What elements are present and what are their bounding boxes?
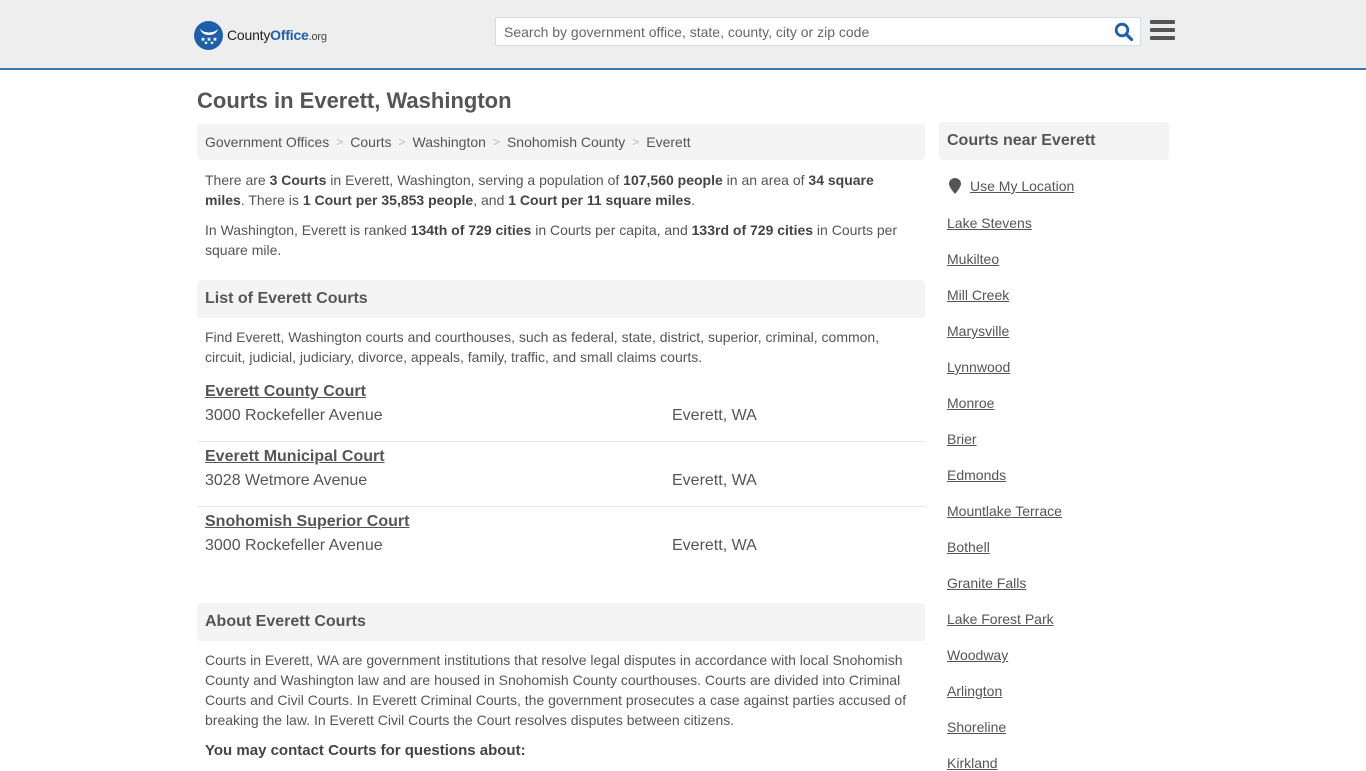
breadcrumb-courts[interactable]: Courts <box>350 134 391 150</box>
text: , and <box>473 192 509 208</box>
court-name-link[interactable]: Snohomish Superior Court <box>205 513 409 531</box>
about-section-heading: About Everett Courts <box>197 603 925 641</box>
court-name-link[interactable]: Everett Municipal Court <box>205 448 385 466</box>
page-title: Courts in Everett, Washington <box>197 88 512 113</box>
courts-per-area: 1 Court per 11 square miles <box>508 192 692 208</box>
nearby-city-link[interactable]: Shoreline <box>947 719 1006 735</box>
sidebar-heading: Courts near Everett <box>939 122 1169 160</box>
breadcrumb-washington[interactable]: Washington <box>413 134 486 150</box>
nearby-city-link[interactable]: Marysville <box>947 323 1009 339</box>
text: In Washington, Everett is ranked <box>205 222 411 238</box>
search-input[interactable] <box>496 18 1106 45</box>
court-city: Everett, WA <box>672 407 757 424</box>
text: in Courts per capita, and <box>531 222 692 238</box>
court-list-item: Snohomish Superior Court 3000 Rockefelle… <box>197 507 925 572</box>
use-my-location-link[interactable]: Use My Location <box>970 178 1074 194</box>
site-header: CountyOffice.org <box>0 0 1366 70</box>
rank-per-area: 133rd of 729 cities <box>691 222 814 238</box>
search-bar <box>495 17 1141 46</box>
nearby-city-link[interactable]: Arlington <box>947 683 1002 699</box>
nearby-city-link[interactable]: Monroe <box>947 395 994 411</box>
population: 107,560 people <box>623 172 723 188</box>
search-button[interactable] <box>1114 22 1134 42</box>
logo-text-tld: .org <box>308 31 327 43</box>
court-city: Everett, WA <box>672 537 757 554</box>
breadcrumb-snohomish-county[interactable]: Snohomish County <box>507 134 625 150</box>
text: . There is <box>240 192 303 208</box>
hamburger-menu-icon[interactable] <box>1150 20 1175 42</box>
breadcrumb-separator-icon: > <box>632 135 640 149</box>
nearby-city-link[interactable]: Granite Falls <box>947 575 1026 591</box>
court-name-link[interactable]: Everett County Court <box>205 383 366 401</box>
nearby-city-link[interactable]: Lake Forest Park <box>947 611 1054 627</box>
menu-bar <box>1150 20 1175 24</box>
summary-stats-paragraph: There are 3 Courts in Everett, Washingto… <box>205 170 917 210</box>
breadcrumb: Government Offices > Courts > Washington… <box>197 124 925 160</box>
breadcrumb-separator-icon: > <box>492 135 500 149</box>
court-list-item: Everett County Court 3000 Rockefeller Av… <box>197 377 925 442</box>
logo-text-office: Office <box>270 27 309 43</box>
court-city: Everett, WA <box>672 472 757 489</box>
use-my-location: Use My Location <box>949 178 1074 194</box>
court-address: 3000 Rockefeller Avenue <box>205 407 383 424</box>
list-section-heading: List of Everett Courts <box>197 280 925 318</box>
site-logo[interactable]: CountyOffice.org <box>194 20 327 50</box>
eagle-stars-logo-icon <box>194 20 223 50</box>
nearby-city-link[interactable]: Lynnwood <box>947 359 1010 375</box>
logo-text-county: County <box>227 27 271 43</box>
text: in Everett, Washington, serving a popula… <box>326 172 624 188</box>
nearby-city-link[interactable]: Kirkland <box>947 755 998 771</box>
contact-heading: You may contact Courts for questions abo… <box>205 742 526 759</box>
rank-per-capita: 134th of 729 cities <box>410 222 532 238</box>
breadcrumb-everett[interactable]: Everett <box>646 134 690 150</box>
menu-bar <box>1150 28 1175 32</box>
logo-wordmark: CountyOffice.org <box>227 27 327 43</box>
menu-bar <box>1150 36 1175 40</box>
map-marker-icon <box>949 178 961 194</box>
courts-per-capita: 1 Court per 35,853 people <box>302 192 474 208</box>
about-body: Courts in Everett, WA are government ins… <box>205 652 907 728</box>
court-address: 3000 Rockefeller Avenue <box>205 537 383 554</box>
search-icon <box>1114 22 1134 42</box>
court-count: 3 Courts <box>269 172 327 188</box>
breadcrumb-separator-icon: > <box>336 135 344 149</box>
breadcrumb-separator-icon: > <box>398 135 406 149</box>
nearby-city-link[interactable]: Bothell <box>947 539 990 555</box>
list-description: Find Everett, Washington courts and cour… <box>205 329 880 365</box>
text: . <box>691 192 695 208</box>
breadcrumb-government-offices[interactable]: Government Offices <box>205 134 329 150</box>
nearby-city-link[interactable]: Edmonds <box>947 467 1006 483</box>
ranking-paragraph: In Washington, Everett is ranked 134th o… <box>205 220 917 260</box>
nearby-city-link[interactable]: Brier <box>947 431 977 447</box>
text: in an area of <box>722 172 809 188</box>
court-list-item: Everett Municipal Court 3028 Wetmore Ave… <box>197 442 925 507</box>
nearby-city-link[interactable]: Mill Creek <box>947 287 1009 303</box>
nearby-city-link[interactable]: Woodway <box>947 647 1008 663</box>
nearby-city-link[interactable]: Mountlake Terrace <box>947 503 1062 519</box>
nearby-city-link[interactable]: Lake Stevens <box>947 215 1032 231</box>
nearby-city-link[interactable]: Mukilteo <box>947 251 999 267</box>
court-address: 3028 Wetmore Avenue <box>205 472 368 489</box>
text: There are <box>205 172 270 188</box>
